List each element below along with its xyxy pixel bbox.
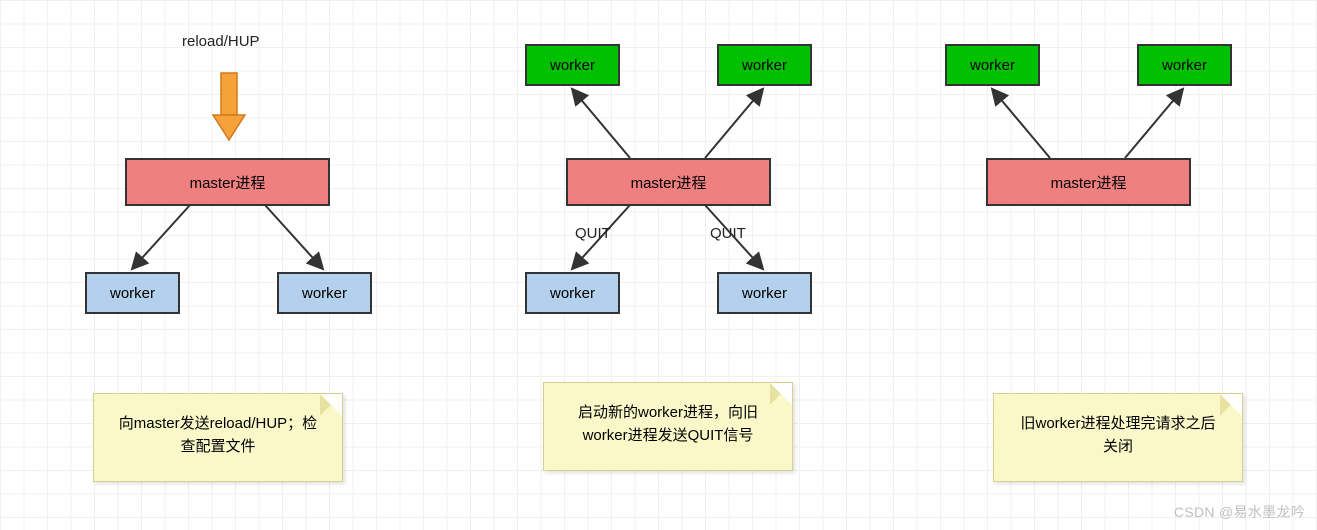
panel2-quit-right-label: QUIT [710, 225, 746, 242]
panel2-master-text: master进程 [631, 172, 707, 193]
reload-hup-label: reload/HUP [182, 33, 260, 50]
panel1-worker-left: worker [85, 272, 180, 314]
panel2-worker-right-text: worker [742, 285, 787, 302]
panel3-note: 旧worker进程处理完请求之后关闭 [993, 393, 1243, 482]
panel3-new-worker-right: worker [1137, 44, 1232, 86]
panel2-old-worker-right: worker [717, 272, 812, 314]
panel2-old-worker-left: worker [525, 272, 620, 314]
panel1-worker-right-text: worker [302, 285, 347, 302]
panel3-master-process: master进程 [986, 158, 1191, 206]
panel2-note: 启动新的worker进程，向旧worker进程发送QUIT信号 [543, 382, 793, 471]
panel2-quit-left-label: QUIT [575, 225, 611, 242]
panel2-green-right-text: worker [742, 57, 787, 74]
panel2-green-left-text: worker [550, 57, 595, 74]
panel1-master-text: master进程 [190, 172, 266, 193]
panel3-new-worker-left: worker [945, 44, 1040, 86]
panel2-new-worker-right: worker [717, 44, 812, 86]
panel1-note: 向master发送reload/HUP；检查配置文件 [93, 393, 343, 482]
watermark: CSDN @易水墨龙吟 [1174, 502, 1305, 522]
panel1-master-process: master进程 [125, 158, 330, 206]
panel3-master-text: master进程 [1051, 172, 1127, 193]
panel1-note-text: 向master发送reload/HUP；检查配置文件 [119, 415, 317, 455]
panel2-worker-left-text: worker [550, 285, 595, 302]
panel2-new-worker-left: worker [525, 44, 620, 86]
panel2-note-text: 启动新的worker进程，向旧worker进程发送QUIT信号 [578, 404, 758, 444]
panel3-green-left-text: worker [970, 57, 1015, 74]
panel3-note-text: 旧worker进程处理完请求之后关闭 [1020, 415, 1215, 455]
panel3-green-right-text: worker [1162, 57, 1207, 74]
panel2-master-process: master进程 [566, 158, 771, 206]
panel1-worker-left-text: worker [110, 285, 155, 302]
panel1-worker-right: worker [277, 272, 372, 314]
